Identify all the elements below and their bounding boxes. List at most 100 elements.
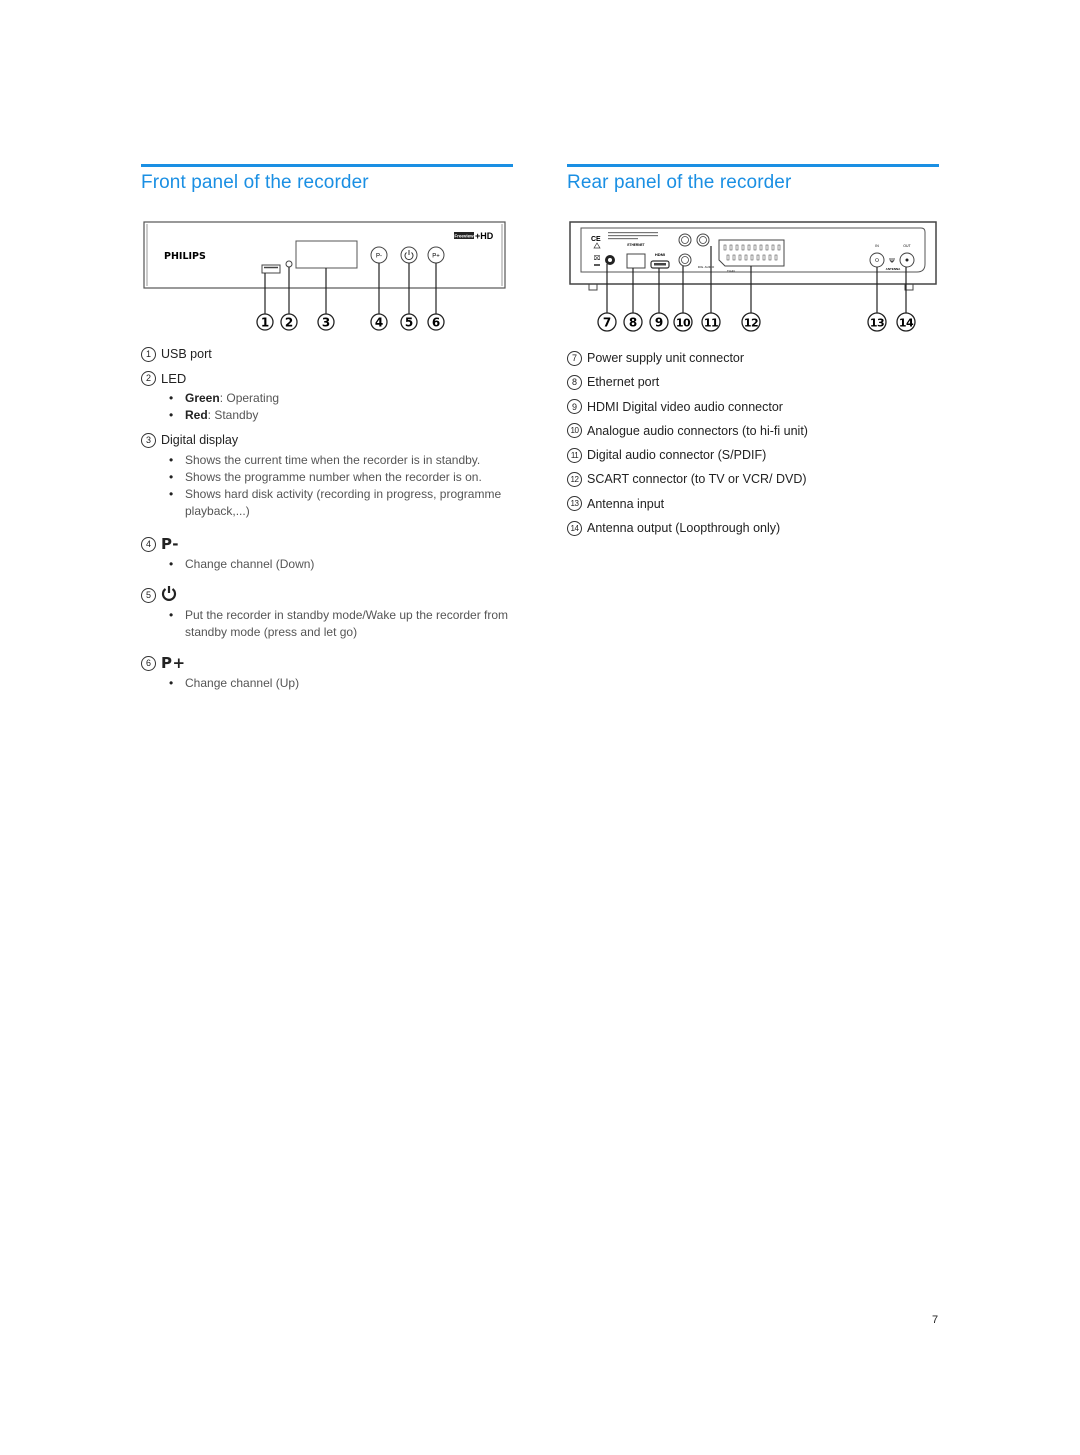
front-panel-section: Front panel of the recorder PHILIPS Free… — [141, 164, 513, 692]
usb-port — [261, 264, 281, 274]
svg-text:6: 6 — [432, 316, 440, 330]
item-number-badge: 8 — [567, 374, 582, 390]
svg-text:8: 8 — [629, 316, 637, 330]
svg-text:HDMI: HDMI — [655, 252, 665, 257]
bullet-item: Change channel (Up) — [169, 675, 513, 692]
item-label: Antenna output (Loopthrough only) — [587, 521, 781, 536]
legend-item: 9 HDMI Digital video audio connector — [567, 399, 939, 415]
led — [285, 260, 293, 268]
svg-text:OUT: OUT — [903, 244, 911, 248]
svg-text:2: 2 — [285, 316, 293, 330]
bullet-item: Change channel (Down) — [169, 556, 513, 573]
bullet-list: Shows the current time when the recorder… — [141, 452, 513, 520]
analogue-audio-r — [678, 253, 692, 267]
page-number: 7 — [932, 1314, 939, 1326]
ethernet-port — [626, 253, 646, 269]
legend-item: 2 LED — [141, 370, 513, 386]
bullet-item: Shows hard disk activity (recording in p… — [169, 486, 513, 520]
bullet-item: Green: Operating — [169, 390, 513, 407]
item-label: Digital display — [161, 433, 239, 447]
bullet-item: Red: Standby — [169, 407, 513, 424]
rear-panel-legend: 7 Power supply unit connector 8 Ethernet… — [567, 350, 939, 544]
item-label: P- — [161, 535, 179, 553]
svg-text:7: 7 — [603, 316, 611, 330]
freeview-badge-text: Freeview — [454, 234, 474, 239]
legend-item: 11 Digital audio connector (S/PDIF) — [567, 447, 939, 463]
item-number-badge: 1 — [141, 346, 156, 362]
item-label: USB port — [161, 347, 212, 361]
svg-text:P+: P+ — [432, 254, 440, 260]
svg-text:9: 9 — [655, 316, 663, 330]
svg-text:TV-IN: TV-IN — [727, 269, 735, 273]
legend-item: 6 P+ — [141, 654, 513, 672]
item-label: Antenna input — [587, 496, 665, 511]
svg-text:IN: IN — [875, 244, 879, 248]
front-panel-diagram: PHILIPS Freeview +HD P- P+ 1 2 3 4 5 6 — [141, 220, 513, 340]
brand-logo: PHILIPS — [164, 251, 206, 262]
section-title: Rear panel of the recorder — [567, 172, 792, 193]
svg-text:4: 4 — [375, 316, 383, 330]
item-number-badge: 9 — [567, 399, 582, 415]
item-label: HDMI Digital video audio connector — [587, 399, 783, 414]
item-label: SCART connector (to TV or VCR/ DVD) — [587, 472, 807, 487]
section-rule — [567, 164, 939, 167]
rear-panel-diagram: CE ⌧ ETHERNET HDMI DIG. AUDIO TV-IN IN O… — [567, 220, 939, 340]
item-number-badge: 10 — [567, 423, 582, 439]
bullet-list: Change channel (Up) — [141, 675, 513, 692]
digital-audio-connector — [696, 233, 710, 247]
power-symbol-icon — [161, 585, 177, 605]
legend-item: 5 — [141, 585, 513, 605]
rear-panel-section: Rear panel of the recorder CE ⌧ ETHERNET… — [567, 164, 939, 536]
item-number-badge: 2 — [141, 370, 156, 386]
legend-item: 1 USB port — [141, 346, 513, 362]
svg-text:DIG. AUDIO: DIG. AUDIO — [698, 265, 715, 269]
item-number-badge: 13 — [567, 496, 582, 512]
legend-item: 7 Power supply unit connector — [567, 350, 939, 366]
item-number-badge: 7 — [567, 350, 582, 366]
svg-text:⌧: ⌧ — [594, 255, 601, 262]
antenna-input — [869, 252, 885, 268]
section-title: Front panel of the recorder — [141, 172, 369, 193]
hd-logo: +HD — [475, 231, 494, 241]
svg-text:5: 5 — [405, 316, 413, 330]
digital-display — [295, 240, 358, 269]
svg-text:ANTENNA: ANTENNA — [886, 267, 901, 271]
bullet-list: Change channel (Down) — [141, 556, 513, 573]
scart-connector — [718, 239, 785, 267]
item-label: Analogue audio connectors (to hi-fi unit… — [587, 423, 808, 438]
item-label: Ethernet port — [587, 375, 660, 390]
bullet-item: Put the recorder in standby mode/Wake up… — [169, 607, 513, 641]
analogue-audio-l — [678, 233, 692, 247]
item-number-badge: 12 — [567, 471, 582, 487]
antenna-icon: Ψ — [889, 257, 895, 265]
svg-text:11: 11 — [704, 317, 718, 330]
item-number-badge: 11 — [567, 447, 582, 463]
section-rule — [141, 164, 513, 167]
legend-item: 3 Digital display — [141, 432, 513, 448]
svg-text:13: 13 — [870, 317, 884, 330]
item-label: P+ — [161, 654, 186, 672]
svg-text:ETHERNET: ETHERNET — [627, 243, 644, 247]
item-label: LED — [161, 370, 187, 386]
bullet-item: Shows the programme number when the reco… — [169, 469, 513, 486]
front-panel-legend: 1 USB port 2 LED Green: Operating Red: S… — [141, 346, 513, 700]
item-label: Digital audio connector (S/PDIF) — [587, 448, 767, 463]
bullet-list: Green: Operating Red: Standby — [141, 390, 513, 424]
svg-text:3: 3 — [322, 316, 330, 330]
svg-text:12: 12 — [744, 317, 758, 330]
ce-mark: CE — [591, 236, 601, 243]
item-number-badge: 5 — [141, 587, 156, 603]
item-number-badge: 6 — [141, 655, 156, 671]
legend-item: 12 SCART connector (to TV or VCR/ DVD) — [567, 471, 939, 487]
svg-text:10: 10 — [676, 317, 691, 330]
legend-item: 14 Antenna output (Loopthrough only) — [567, 520, 939, 536]
legend-item: 13 Antenna input — [567, 496, 939, 512]
bullet-list: Put the recorder in standby mode/Wake up… — [141, 607, 513, 641]
item-number-badge: 4 — [141, 536, 156, 552]
item-label: Power supply unit connector — [587, 351, 745, 365]
svg-text:1: 1 — [261, 316, 269, 330]
legend-item: 8 Ethernet port — [567, 374, 939, 390]
bullet-item: Shows the current time when the recorder… — [169, 452, 513, 469]
item-number-badge: 3 — [141, 432, 156, 448]
legend-item: 10 Analogue audio connectors (to hi-fi u… — [567, 423, 939, 439]
